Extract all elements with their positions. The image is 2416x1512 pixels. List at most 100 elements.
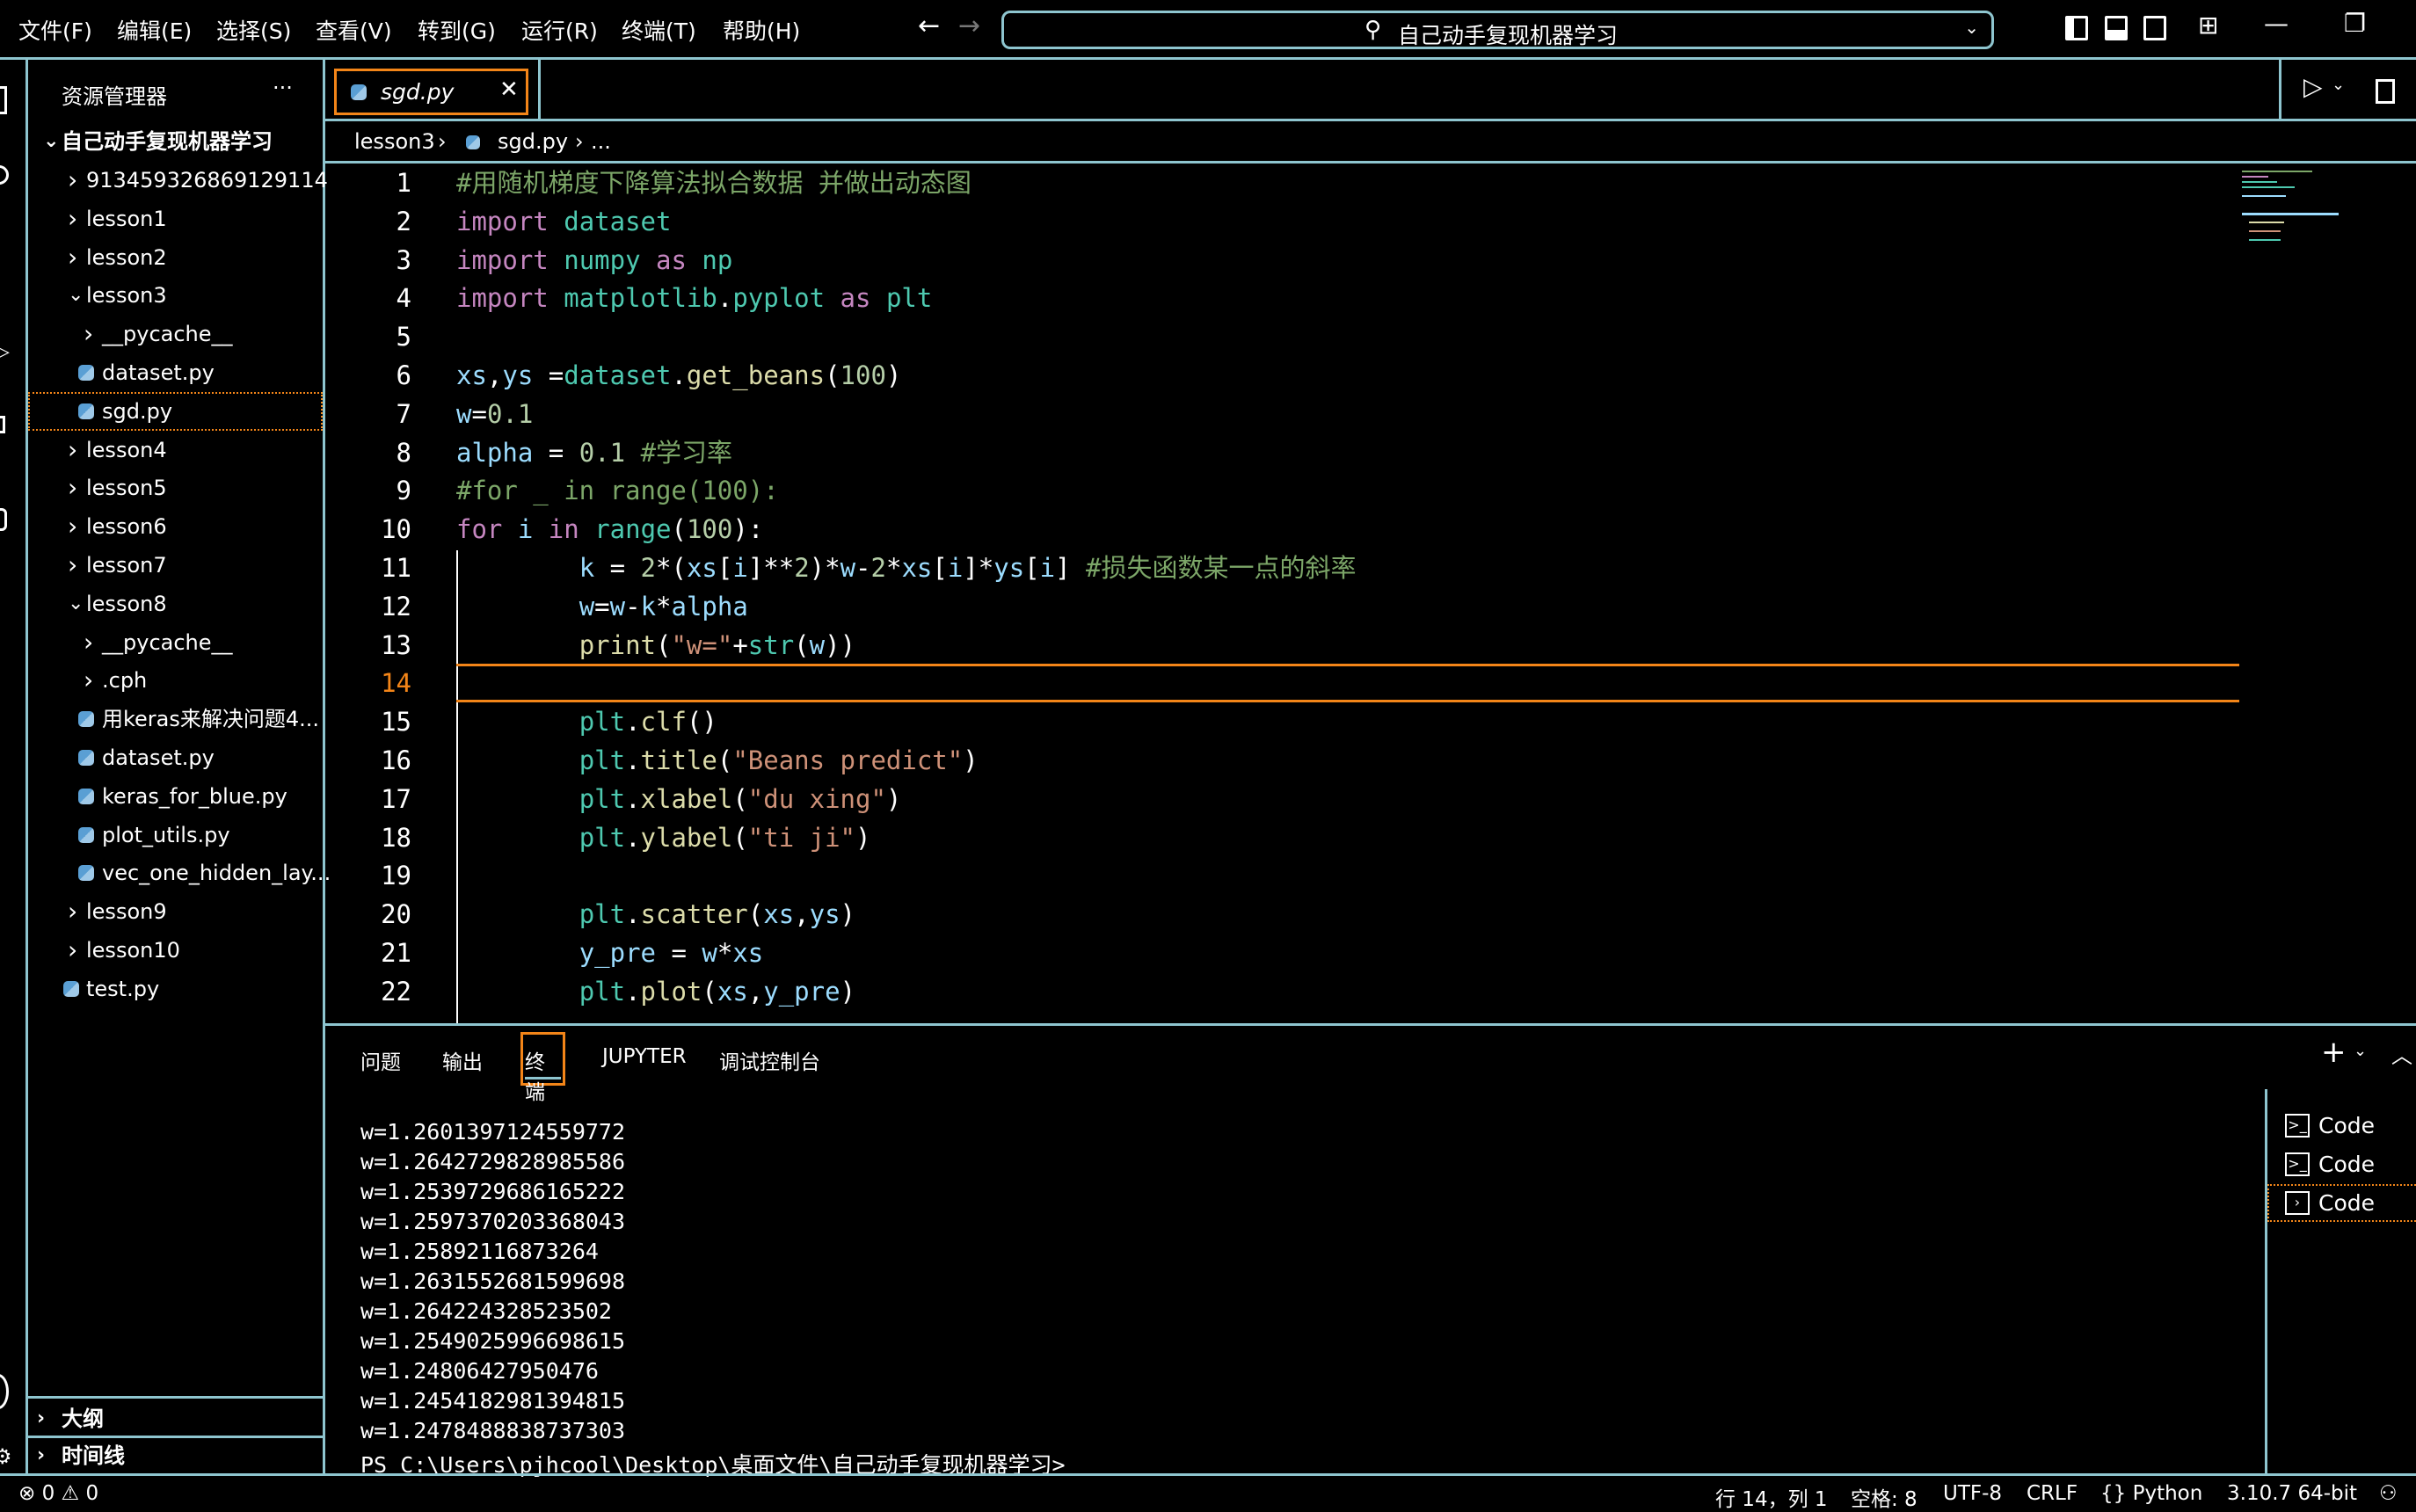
toggle-panel-icon[interactable]	[2105, 16, 2128, 40]
tree-folder[interactable]: › __pycache__	[28, 623, 323, 662]
breadcrumb-file[interactable]: sgd.py	[498, 129, 568, 154]
code-line[interactable]: 8 alpha = 0.1 #学习率	[325, 433, 2242, 472]
tree-folder[interactable]: › 913459326869129114	[28, 161, 328, 200]
tree-folder[interactable]: › .cph	[28, 661, 323, 700]
tree-file[interactable]: keras_for_blue.py	[28, 777, 323, 816]
menu-view[interactable]: 查看(V)	[316, 14, 392, 46]
menu-help[interactable]: 帮助(H)	[723, 14, 800, 46]
run-debug-icon[interactable]: ▷	[0, 341, 10, 363]
new-terminal-plus-icon[interactable]: +	[2321, 1035, 2347, 1070]
menu-file[interactable]: 文件(F)	[18, 14, 92, 46]
code-line[interactable]: 2 import dataset	[325, 202, 2242, 241]
back-arrow-icon[interactable]: ←	[918, 11, 940, 41]
tree-file[interactable]: dataset.py	[28, 353, 323, 392]
tab-output[interactable]: 输出	[442, 1045, 483, 1075]
timeline-section[interactable]: › 时间线	[28, 1436, 323, 1475]
menu-selection[interactable]: 选择(S)	[216, 14, 291, 46]
code-line[interactable]: 5	[325, 317, 2242, 356]
tab-debug-console[interactable]: 调试控制台	[719, 1045, 820, 1075]
maximize-panel-chevron-up-icon[interactable]: ︿	[2391, 1038, 2412, 1069]
toggle-secondary-sidebar-icon[interactable]	[2143, 16, 2166, 40]
search-icon[interactable]	[0, 165, 9, 185]
tree-folder[interactable]: › lesson7	[28, 546, 323, 585]
tree-folder[interactable]: › lesson2	[28, 238, 323, 277]
code-line[interactable]: 11 k = 2*(xs[i]**2)*w-2*xs[i]*ys[i] #损失函…	[325, 549, 2242, 587]
tree-folder[interactable]: › lesson6	[28, 507, 323, 546]
tab-terminal[interactable]: 终端	[520, 1032, 565, 1104]
tree-root-folder[interactable]: ⌄ 自己动手复现机器学习	[28, 122, 323, 161]
outline-section[interactable]: › 大纲	[28, 1399, 323, 1438]
tree-folder[interactable]: › __pycache__	[28, 315, 323, 353]
close-icon[interactable]: ✕	[499, 76, 519, 103]
problems-status[interactable]: ⊗ 0 ⚠ 0	[18, 1482, 98, 1505]
menu-run[interactable]: 运行(R)	[521, 14, 598, 46]
breadcrumb-folder[interactable]: lesson3	[354, 129, 435, 154]
code-line[interactable]: 1 #用随机梯度下降算法拟合数据 并做出动态图	[325, 164, 2242, 202]
restore-icon[interactable]: ❐	[2344, 9, 2366, 38]
split-editor-icon[interactable]	[2376, 79, 2395, 104]
tree-folder[interactable]: ⌄ lesson3	[28, 276, 323, 315]
code-editor[interactable]: 1 #用随机梯度下降算法拟合数据 并做出动态图 2 import dataset 3 im…	[325, 164, 2416, 1023]
command-center-search[interactable]: ⚲ 自己动手复现机器学习 ⌄	[1001, 11, 1994, 49]
code-line[interactable]: 21 y_pre = w*xs	[325, 934, 2242, 972]
tree-folder[interactable]: ⌄ lesson8	[28, 585, 323, 623]
code-line[interactable]: 19	[325, 856, 2242, 895]
code-line[interactable]: 15 plt.clf()	[325, 702, 2242, 741]
code-line[interactable]: 22 plt.plot(xs,y_pre)	[325, 972, 2242, 1011]
tree-folder[interactable]: › lesson9	[28, 892, 323, 931]
code-line[interactable]: 4 import matplotlib.pyplot as plt	[325, 279, 2242, 317]
code-line[interactable]: 3 import numpy as np	[325, 241, 2242, 280]
more-actions-icon[interactable]: ···	[273, 76, 293, 100]
tree-file[interactable]: vec_one_hidden_lay...	[28, 854, 331, 892]
end-of-line[interactable]: CRLF	[2027, 1482, 2078, 1505]
code-line[interactable]: 10 for i in range(100):	[325, 510, 2242, 549]
tree-file[interactable]: plot_utils.py	[28, 816, 323, 854]
language-mode[interactable]: {} Python	[2100, 1482, 2202, 1505]
tree-file[interactable]: 用keras来解决问题4...	[28, 700, 323, 738]
terminal-instance[interactable]: >_ Code	[2267, 1107, 2416, 1145]
customize-layout-icon[interactable]: ⊞	[2198, 11, 2218, 40]
code-line[interactable]: 6 xs,ys =dataset.get_beans(100)	[325, 356, 2242, 395]
toggle-primary-sidebar-icon[interactable]	[2065, 16, 2088, 40]
tree-file[interactable]: dataset.py	[28, 738, 323, 777]
tab-sgd-py[interactable]: sgd.py ✕	[334, 69, 528, 115]
code-line[interactable]: 9 #for _ in range(100):	[325, 471, 2242, 510]
code-line[interactable]: 14	[325, 664, 2242, 703]
menu-edit[interactable]: 编辑(E)	[117, 14, 192, 46]
tree-folder[interactable]: › lesson10	[28, 931, 323, 970]
menu-terminal[interactable]: 终端(T)	[622, 14, 696, 46]
cursor-position[interactable]: 行 14，列 1	[1715, 1482, 1828, 1512]
minimize-icon[interactable]: —	[2264, 9, 2289, 38]
code-line[interactable]: 17 plt.xlabel("du xing")	[325, 780, 2242, 818]
encoding[interactable]: UTF-8	[1943, 1482, 2002, 1505]
python-interpreter[interactable]: 3.10.7 64-bit	[2227, 1482, 2357, 1505]
forward-arrow-icon[interactable]: →	[958, 11, 980, 41]
tab-jupyter[interactable]: JUPYTER	[602, 1045, 687, 1068]
tree-folder[interactable]: › lesson1	[28, 200, 323, 238]
tree-file[interactable]: sgd.py	[28, 391, 323, 431]
indentation[interactable]: 空格: 8	[1851, 1482, 1918, 1512]
code-line[interactable]: 20 plt.scatter(xs,ys)	[325, 895, 2242, 934]
tree-file[interactable]: test.py	[28, 970, 323, 1008]
run-python-file-icon[interactable]: ▷	[2303, 72, 2323, 101]
chevron-down-icon[interactable]: ⌄	[2354, 1042, 2367, 1060]
testing-icon[interactable]	[0, 508, 7, 531]
tree-folder[interactable]: › lesson4	[28, 431, 323, 469]
chevron-down-icon[interactable]: ⌄	[1964, 17, 1979, 38]
extensions-icon[interactable]	[0, 416, 5, 433]
chevron-down-icon[interactable]: ⌄	[2332, 76, 2345, 94]
menu-go[interactable]: 转到(G)	[418, 14, 496, 46]
account-icon[interactable]	[0, 1374, 9, 1409]
settings-gear-icon[interactable]: ⚙	[0, 1444, 12, 1469]
tab-problems[interactable]: 问题	[360, 1045, 401, 1075]
code-line[interactable]: 7 w=0.1	[325, 395, 2242, 433]
tree-folder[interactable]: › lesson5	[28, 469, 323, 507]
terminal-instance[interactable]: › Code	[2267, 1183, 2416, 1222]
terminal-instance[interactable]: >_ Code	[2267, 1145, 2416, 1183]
breadcrumb-symbol[interactable]: ...	[591, 129, 611, 154]
minimap[interactable]	[2242, 164, 2347, 304]
code-line[interactable]: 13 print("w="+str(w))	[325, 626, 2242, 665]
explorer-icon[interactable]	[0, 86, 7, 114]
code-line[interactable]: 18 plt.ylabel("ti ji")	[325, 818, 2242, 857]
feedback-icon[interactable]: ⚇	[2379, 1482, 2398, 1505]
